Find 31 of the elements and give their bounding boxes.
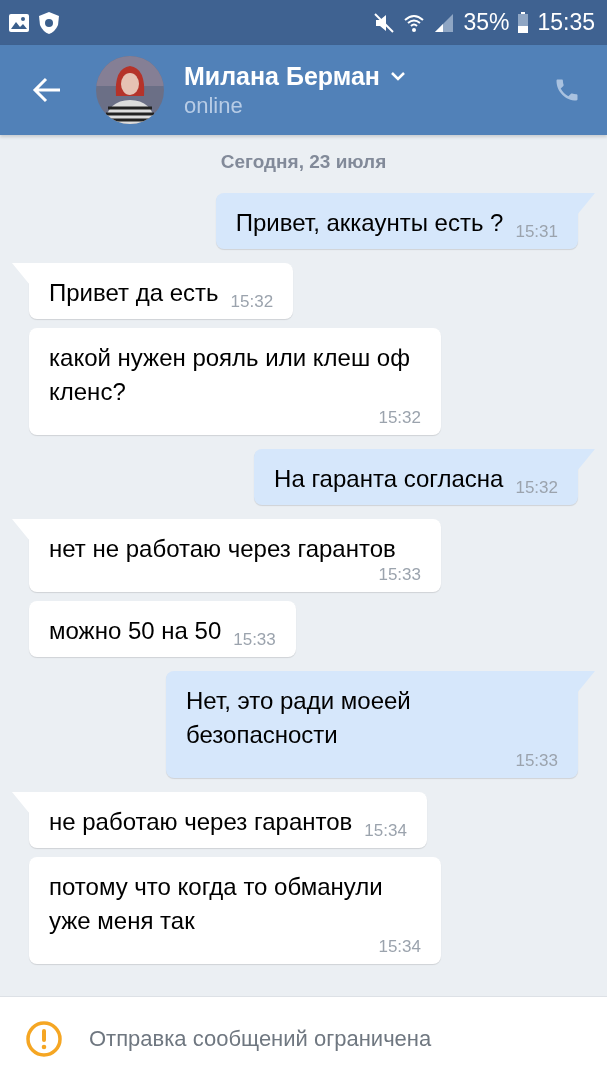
notice-text: Отправка сообщений ограничена: [89, 1025, 432, 1052]
message-text: Привет, аккаунты есть ?: [235, 208, 504, 238]
message-text: потому что когда то обманули уже меня так: [49, 872, 384, 936]
date-divider: Сегодня, 23 июля: [220, 151, 387, 173]
message-time: 15:32: [229, 293, 274, 310]
battery-percent: 35%: [463, 9, 510, 36]
image-icon: [8, 12, 30, 33]
message-time: 15:33: [232, 631, 276, 648]
message-text: нет не работаю через гарантов: [49, 534, 396, 564]
message-text: Нет, это ради моеей безопасности: [186, 686, 412, 750]
contact-status: online: [184, 92, 244, 119]
contact-name[interactable]: Милана Берман: [184, 61, 380, 91]
mute-icon: [373, 11, 396, 34]
message-time: 15:33: [377, 566, 421, 583]
message-time: 15:34: [363, 822, 407, 839]
chevron-down-icon[interactable]: [389, 71, 406, 81]
warning-icon: [25, 1019, 63, 1058]
shield-icon: [38, 10, 60, 35]
message-time: 15:32: [514, 479, 558, 496]
message-text: На гаранта согласна: [274, 464, 504, 494]
message-time: 15:34: [377, 938, 421, 955]
message-text: можно 50 на 50: [49, 616, 222, 646]
back-arrow-icon[interactable]: [32, 77, 62, 103]
message-text: не работаю через гарантов: [49, 807, 353, 837]
message-time: 15:33: [514, 752, 558, 769]
clock: 15:35: [537, 9, 595, 36]
message-text: какой нужен рояль или клеш оф кленс?: [49, 343, 411, 407]
battery-icon: [517, 11, 530, 34]
message-time: 15:32: [377, 409, 421, 426]
message-time: 15:31: [514, 223, 558, 240]
message-text: Привет да есть: [49, 278, 219, 308]
